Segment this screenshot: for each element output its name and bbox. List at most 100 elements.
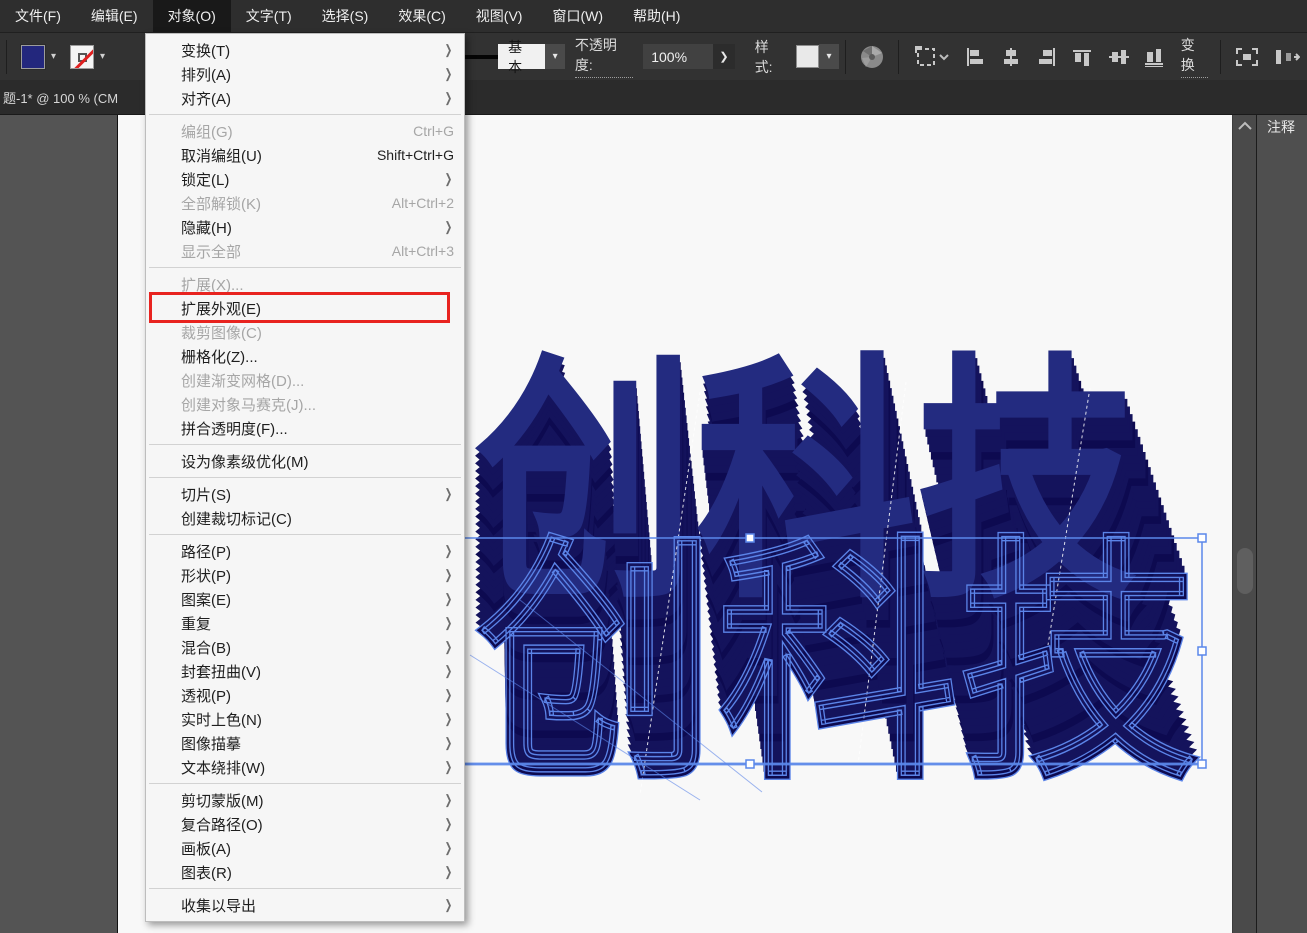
align-bottom-icon[interactable] [1137, 40, 1173, 74]
object-menu-item[interactable]: 画板(A)❯ [146, 836, 464, 860]
object-menu-item[interactable]: 取消编组(U)Shift+Ctrl+G [146, 143, 464, 167]
object-menu-item[interactable]: 收集以导出❯ [146, 893, 464, 917]
document-setup-icon[interactable] [905, 40, 957, 74]
object-menu-item: 扩展(X)... [146, 272, 464, 296]
menu-item-label: 复合路径(O) [181, 814, 443, 835]
object-menu-item[interactable]: 封套扭曲(V)❯ [146, 659, 464, 683]
chevron-down-icon[interactable]: ▾ [45, 51, 62, 62]
submenu-arrow-icon: ❯ [445, 486, 453, 502]
opacity-spinner-button[interactable]: ❯ [713, 44, 734, 69]
menubar-item[interactable]: 窗口(W) [537, 0, 618, 32]
distribute-spacing-icon[interactable] [1267, 40, 1307, 74]
submenu-arrow-icon: ❯ [445, 864, 453, 880]
menu-item-label: 扩展(X)... [181, 274, 454, 295]
opacity-value-field[interactable]: 100% [643, 44, 713, 69]
opacity-label[interactable]: 不透明度: [575, 35, 633, 78]
menu-item-label: 图表(R) [181, 862, 443, 883]
object-menu-item: 创建渐变网格(D)... [146, 368, 464, 392]
object-menu-item[interactable]: 混合(B)❯ [146, 635, 464, 659]
vertical-scrollbar[interactable] [1232, 115, 1256, 933]
menu-item-label: 扩展外观(E) [181, 298, 454, 319]
align-top-icon[interactable] [1065, 40, 1101, 74]
object-menu-item[interactable]: 切片(S)❯ [146, 482, 464, 506]
menubar-item[interactable]: 文字(T) [231, 0, 307, 32]
object-menu-item[interactable]: 剪切蒙版(M)❯ [146, 788, 464, 812]
menu-item-label: 收集以导出 [181, 895, 443, 916]
chevron-down-icon[interactable]: ▾ [819, 44, 839, 69]
object-menu-item[interactable]: 图像描摹❯ [146, 731, 464, 755]
align-right-icon[interactable] [1029, 40, 1065, 74]
object-menu-item[interactable]: 设为像素级优化(M) [146, 449, 464, 473]
menu-shortcut: Alt+Ctrl+3 [392, 243, 454, 259]
object-menu-item[interactable]: 图表(R)❯ [146, 860, 464, 884]
object-menu-item[interactable]: 拼合透明度(F)... [146, 416, 464, 440]
stroke-none-swatch[interactable] [70, 45, 94, 69]
style-swatch[interactable] [796, 45, 819, 68]
menubar-item[interactable]: 效果(C) [383, 0, 460, 32]
menu-item-label: 混合(B) [181, 637, 443, 658]
menu-item-label: 创建裁切标记(C) [181, 508, 454, 529]
object-menu-item[interactable]: 创建裁切标记(C) [146, 506, 464, 530]
menubar-item[interactable]: 文件(F) [0, 0, 76, 32]
style-label: 样式: [755, 37, 786, 77]
divider [6, 40, 7, 74]
object-menu-item[interactable]: 隐藏(H)❯ [146, 215, 464, 239]
menu-separator [149, 444, 461, 445]
object-menu-item[interactable]: 复合路径(O)❯ [146, 812, 464, 836]
object-menu-item[interactable]: 重复❯ [146, 611, 464, 635]
align-horizontal-center-icon[interactable] [993, 40, 1029, 74]
object-menu-item[interactable]: 排列(A)❯ [146, 62, 464, 86]
object-menu-item: 全部解锁(K)Alt+Ctrl+2 [146, 191, 464, 215]
submenu-arrow-icon: ❯ [445, 219, 453, 235]
fill-color-swatch[interactable] [21, 45, 45, 69]
menu-item-label: 重复 [181, 613, 443, 634]
menu-item-label: 全部解锁(K) [181, 193, 392, 214]
object-menu-item[interactable]: 透视(P)❯ [146, 683, 464, 707]
menubar-item[interactable]: 视图(V) [461, 0, 538, 32]
submenu-arrow-icon: ❯ [445, 687, 453, 703]
menu-item-label: 取消编组(U) [181, 145, 377, 166]
menu-separator [149, 534, 461, 535]
object-menu-item[interactable]: 路径(P)❯ [146, 539, 464, 563]
object-menu-item[interactable]: 扩展外观(E) [146, 296, 464, 320]
menubar-item[interactable]: 对象(O) [153, 0, 231, 32]
chevron-down-icon[interactable]: ▾ [545, 44, 565, 69]
align-left-icon[interactable] [957, 40, 993, 74]
submenu-arrow-icon: ❯ [445, 66, 453, 82]
object-menu-item[interactable]: 对齐(A)❯ [146, 86, 464, 110]
scroll-up-icon[interactable] [1237, 121, 1253, 131]
object-menu-item: 裁剪图像(C) [146, 320, 464, 344]
menu-separator [149, 783, 461, 784]
chevron-down-icon[interactable]: ▾ [94, 51, 111, 62]
menubar-item[interactable]: 编辑(E) [76, 0, 153, 32]
object-menu-item[interactable]: 变换(T)❯ [146, 38, 464, 62]
comments-panel: 注释 [1256, 97, 1307, 933]
object-menu-item[interactable]: 形状(P)❯ [146, 563, 464, 587]
submenu-arrow-icon: ❯ [445, 792, 453, 808]
distribute-objects-icon[interactable] [1227, 40, 1267, 74]
menu-item-label: 图像描摹 [181, 733, 443, 754]
transform-panel-link[interactable]: 变换 [1181, 35, 1208, 78]
menu-item-label: 画板(A) [181, 838, 443, 859]
menu-item-label: 透视(P) [181, 685, 443, 706]
recolor-artwork-icon[interactable] [852, 40, 892, 74]
menu-item-label: 变换(T) [181, 40, 443, 61]
menu-bar: 文件(F)编辑(E)对象(O)文字(T)选择(S)效果(C)视图(V)窗口(W)… [0, 0, 1307, 33]
menu-item-label: 图案(E) [181, 589, 443, 610]
scrollbar-thumb[interactable] [1237, 548, 1253, 594]
object-menu-item[interactable]: 锁定(L)❯ [146, 167, 464, 191]
brush-definition-button[interactable]: 基本 [498, 44, 545, 69]
object-menu-item[interactable]: 栅格化(Z)... [146, 344, 464, 368]
document-tab[interactable]: 题-1* @ 100 % (CM [0, 88, 118, 107]
object-menu-item[interactable]: 实时上色(N)❯ [146, 707, 464, 731]
menubar-item[interactable]: 选择(S) [307, 0, 384, 32]
object-menu-item[interactable]: 文本绕排(W)❯ [146, 755, 464, 779]
submenu-arrow-icon: ❯ [445, 171, 453, 187]
submenu-arrow-icon: ❯ [445, 663, 453, 679]
align-vertical-center-icon[interactable] [1101, 40, 1137, 74]
submenu-arrow-icon: ❯ [445, 90, 453, 106]
menubar-item[interactable]: 帮助(H) [618, 0, 695, 32]
object-menu: 变换(T)❯排列(A)❯对齐(A)❯编组(G)Ctrl+G取消编组(U)Shif… [145, 33, 465, 922]
object-menu-item[interactable]: 图案(E)❯ [146, 587, 464, 611]
menu-item-label: 实时上色(N) [181, 709, 443, 730]
